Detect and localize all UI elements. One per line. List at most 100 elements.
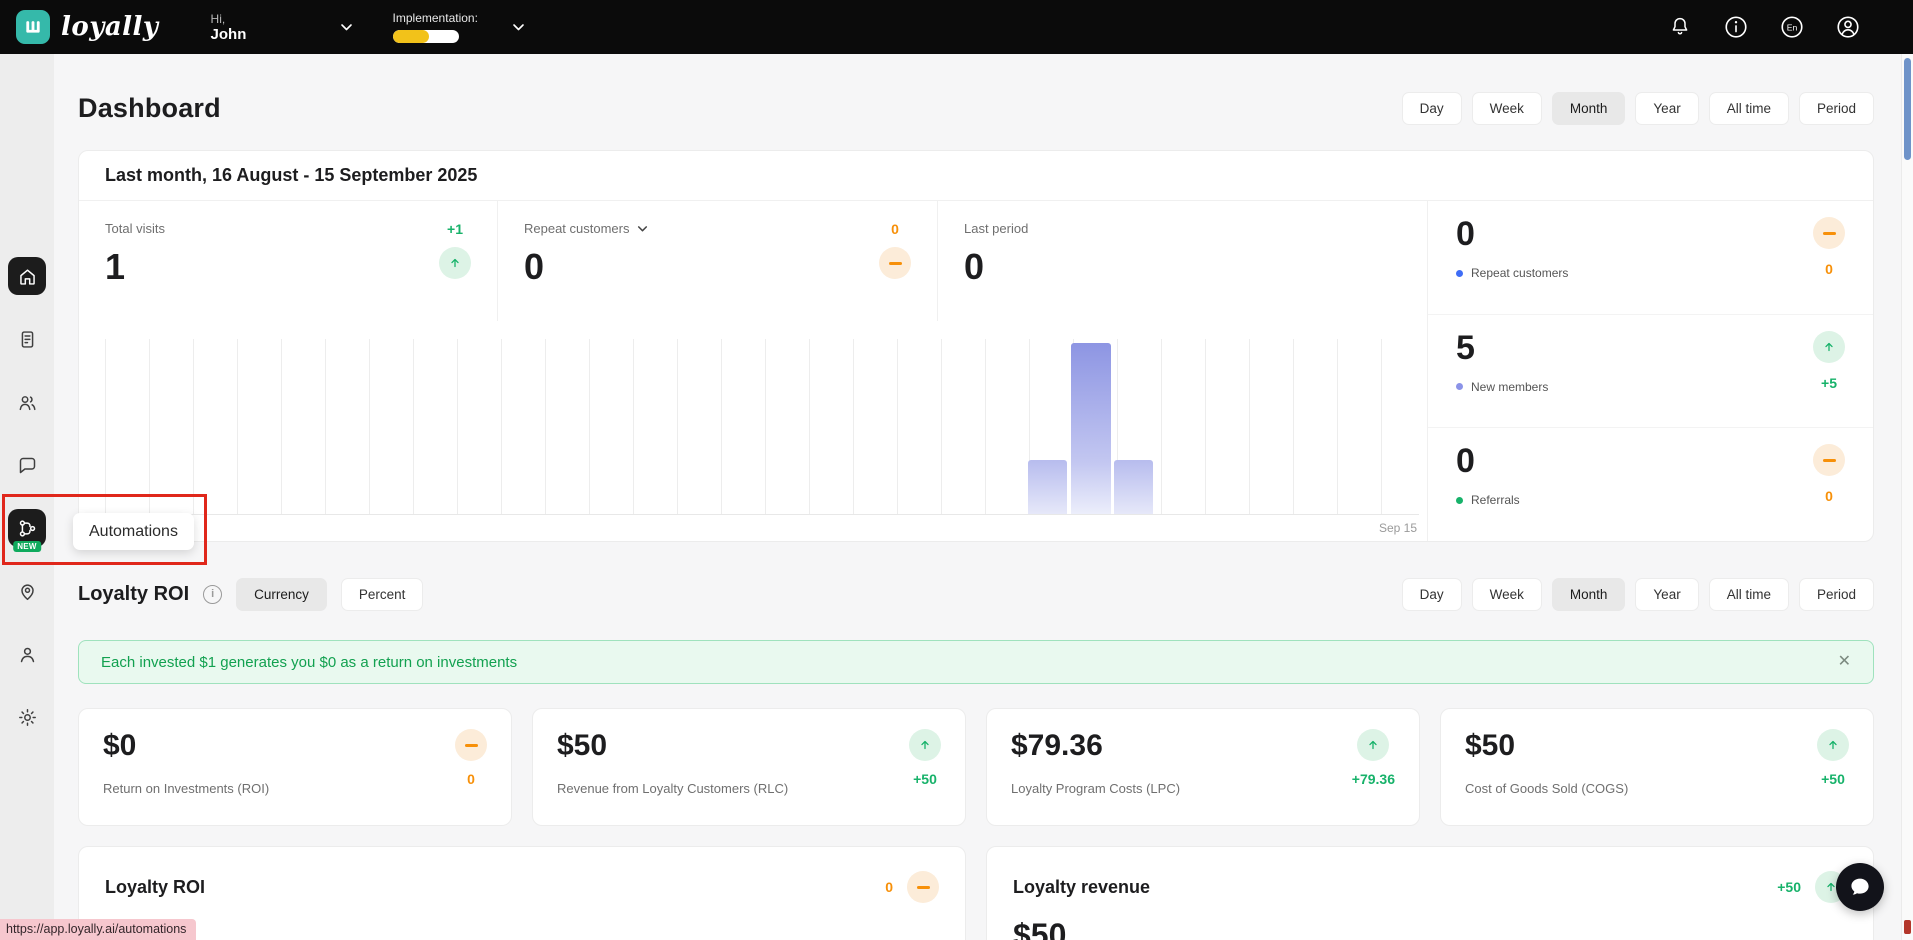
notifications-button[interactable] xyxy=(1665,12,1695,42)
rlc-card-delta: +50 xyxy=(913,771,937,787)
topbar: loyally Hi, John Implementation: En xyxy=(0,0,1913,54)
roi-filter-month-button[interactable]: Month xyxy=(1551,577,1626,611)
roi-filter-year-button[interactable]: Year xyxy=(1635,577,1699,611)
trend-flat-badge xyxy=(455,729,487,761)
roi-filter-alltime-button[interactable]: All time xyxy=(1708,577,1789,611)
lpc-card-delta: +79.36 xyxy=(1351,771,1395,787)
sidebar-item-billing[interactable] xyxy=(8,320,46,358)
account-button[interactable] xyxy=(1833,12,1863,42)
roi-filter-week-button[interactable]: Week xyxy=(1471,577,1542,611)
rlc-card-value: $50 xyxy=(557,729,608,762)
filter-day-button[interactable]: Day xyxy=(1401,91,1462,125)
language-button[interactable]: En xyxy=(1777,12,1807,42)
main-content: Dashboard Day Week Month Year All time P… xyxy=(54,54,1913,940)
trend-flat-badge xyxy=(1813,444,1845,477)
stat-total-visits-value: 1 xyxy=(105,246,126,287)
arrow-up-icon xyxy=(451,258,459,268)
user-menu[interactable]: Hi, John xyxy=(211,12,353,43)
trend-flat-badge xyxy=(879,247,911,279)
stat-repeat-customers-dropdown[interactable]: Repeat customers xyxy=(524,221,648,236)
sidebar-item-settings[interactable] xyxy=(8,698,46,736)
implementation-label: Implementation: xyxy=(392,11,478,25)
side-stat-value: 0 xyxy=(1456,215,1475,253)
stat-total-visits-label: Total visits xyxy=(105,221,165,236)
side-stat-value: 5 xyxy=(1456,328,1475,367)
overview-side-panel: 0 Repeat customers 0 5 New members +5 0 … xyxy=(1427,201,1873,541)
currency-toggle-button[interactable]: Currency xyxy=(236,577,327,611)
chart-bar xyxy=(1028,460,1067,514)
rlc-card-label: Revenue from Loyalty Customers (RLC) xyxy=(557,781,789,796)
sidebar-item-automations[interactable]: NEW xyxy=(8,509,46,552)
cogs-card: $50 Cost of Goods Sold (COGS) +50 xyxy=(1440,708,1874,826)
gear-icon xyxy=(18,708,36,726)
loyalty-revenue-title: Loyalty revenue xyxy=(1013,876,1151,897)
brand-wordmark: loyally xyxy=(61,12,159,42)
side-stat-delta: +5 xyxy=(1821,374,1837,391)
implementation-progress-fill xyxy=(392,30,429,43)
scrollbar-marker xyxy=(1904,920,1911,934)
loyalty-revenue-card: Loyalty revenue +50 $50 xyxy=(986,846,1874,940)
roi-alert-banner: Each invested $1 generates you $0 as a r… xyxy=(78,640,1874,684)
overview-period-label: Last month, 16 August - 15 September 202… xyxy=(79,151,1873,201)
close-icon[interactable]: ✕ xyxy=(1838,654,1851,670)
info-icon xyxy=(1725,16,1747,38)
filter-alltime-button[interactable]: All time xyxy=(1708,91,1789,125)
stat-repeat-customers-label: Repeat customers xyxy=(524,221,630,236)
side-stat-repeat-customers: 0 Repeat customers 0 xyxy=(1428,201,1873,314)
loyalty-roi-title: Loyalty ROI xyxy=(78,582,190,605)
app-logo[interactable] xyxy=(16,10,50,44)
home-icon xyxy=(19,268,35,285)
minus-icon xyxy=(1822,231,1836,235)
stat-last-period-value: 0 xyxy=(964,246,985,287)
filter-year-button[interactable]: Year xyxy=(1635,91,1699,125)
sidebar-item-chat[interactable] xyxy=(8,446,46,484)
chevron-down-icon xyxy=(512,23,524,30)
stat-last-period: Last period 0 xyxy=(938,201,1427,321)
sidebar-item-home[interactable] xyxy=(8,257,46,295)
loyalty-roi-bottom-delta: 0 xyxy=(885,879,893,895)
sidebar-item-customers[interactable] xyxy=(8,383,46,421)
info-icon[interactable]: i xyxy=(203,584,223,604)
percent-toggle-button[interactable]: Percent xyxy=(340,577,424,611)
stat-last-period-label: Last period xyxy=(964,221,1029,236)
roi-filter-period-button[interactable]: Period xyxy=(1798,577,1874,611)
chat-widget-button[interactable] xyxy=(1836,863,1884,911)
trend-up-badge xyxy=(1813,330,1845,363)
visits-chart: Aug 16 Sep 15 xyxy=(105,339,1419,541)
trend-up-badge xyxy=(1817,729,1849,761)
filter-week-button[interactable]: Week xyxy=(1471,91,1542,125)
side-stat-value: 0 xyxy=(1456,442,1475,481)
implementation-progress-bar xyxy=(392,30,459,43)
stat-repeat-customers-delta: 0 xyxy=(891,221,899,237)
greeting-name: John xyxy=(210,25,247,43)
chevron-down-icon xyxy=(637,225,647,231)
trend-flat-badge xyxy=(907,871,939,903)
implementation-menu[interactable]: Implementation: xyxy=(392,11,525,43)
cogs-card-label: Cost of Goods Sold (COGS) xyxy=(1465,781,1629,796)
loyalty-revenue-delta: +50 xyxy=(1777,879,1801,895)
sidebar-item-profile[interactable] xyxy=(8,635,46,673)
legend-dot-referrals xyxy=(1456,496,1463,504)
help-button[interactable] xyxy=(1721,12,1751,42)
trend-up-badge xyxy=(439,247,471,279)
roi-card-value: $0 xyxy=(103,729,137,762)
roi-alert-text: Each invested $1 generates you $0 as a r… xyxy=(101,653,518,671)
overview-card: Last month, 16 August - 15 September 202… xyxy=(78,150,1874,542)
lpc-card: $79.36 Loyalty Program Costs (LPC) +79.3… xyxy=(986,708,1420,826)
loyalty-roi-bottom-value: $0 xyxy=(105,917,939,940)
chat-icon xyxy=(19,457,35,473)
visits-chart-plot xyxy=(105,339,1419,515)
legend-dot-repeat-customers xyxy=(1456,269,1463,277)
filter-month-button[interactable]: Month xyxy=(1551,91,1626,125)
side-stat-delta: 0 xyxy=(1825,261,1833,277)
roi-filter-day-button[interactable]: Day xyxy=(1401,577,1462,611)
map-pin-icon xyxy=(20,583,34,600)
scrollbar-thumb[interactable] xyxy=(1904,58,1911,160)
loyalty-revenue-value: $50 xyxy=(1013,917,1067,940)
filter-period-button[interactable]: Period xyxy=(1798,91,1874,125)
page-scrollbar[interactable] xyxy=(1901,54,1913,940)
new-badge: NEW xyxy=(13,541,41,552)
automations-tooltip: Automations xyxy=(73,513,194,550)
sidebar-item-locations[interactable] xyxy=(8,572,46,610)
cogs-card-value: $50 xyxy=(1465,729,1516,762)
